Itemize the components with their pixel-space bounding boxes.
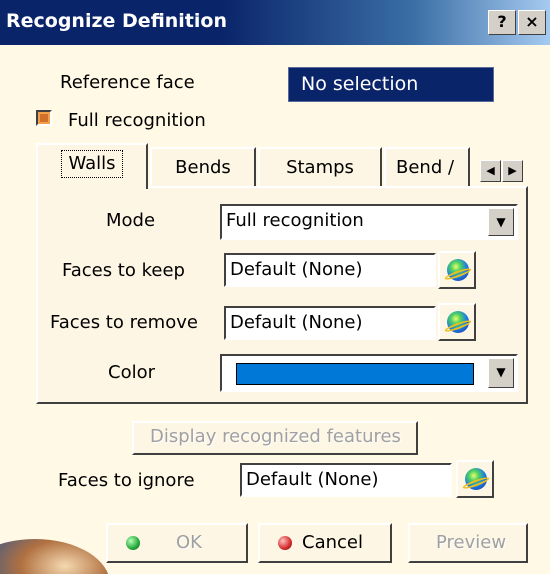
faces-to-ignore-select-button[interactable] bbox=[456, 460, 494, 498]
selection-globe-icon bbox=[447, 311, 469, 333]
faces-to-ignore-field[interactable]: Default (None) bbox=[240, 463, 452, 497]
tab-walls[interactable]: Walls bbox=[36, 143, 148, 189]
color-label: Color bbox=[108, 362, 155, 383]
preview-label: Preview bbox=[436, 532, 507, 553]
mode-select[interactable]: Full recognition ▼ bbox=[220, 204, 518, 240]
faces-to-keep-label: Faces to keep bbox=[62, 260, 185, 281]
walls-tab-panel: Mode Full recognition ▼ Faces to keep De… bbox=[36, 186, 528, 404]
ok-button[interactable]: OK bbox=[106, 523, 248, 563]
recognize-definition-dialog: Recognize Definition ? × Reference face … bbox=[0, 0, 550, 574]
title-bar[interactable]: Recognize Definition ? × bbox=[0, 0, 550, 45]
catia-logo-swirl bbox=[0, 525, 110, 574]
selection-globe-icon bbox=[465, 468, 487, 490]
ok-dot-icon bbox=[126, 536, 140, 550]
faces-to-ignore-label: Faces to ignore bbox=[58, 470, 195, 491]
color-swatch bbox=[236, 363, 474, 385]
color-select[interactable]: ▼ bbox=[220, 354, 518, 392]
faces-to-remove-select-button[interactable] bbox=[438, 303, 476, 341]
tab-walls-label: Walls bbox=[61, 150, 123, 178]
full-recognition-label: Full recognition bbox=[68, 110, 206, 131]
mode-label: Mode bbox=[106, 210, 156, 231]
reference-face-field[interactable]: No selection bbox=[288, 67, 494, 102]
tab-scroll-right-icon[interactable]: ▶ bbox=[502, 160, 523, 182]
tab-scroll-left-icon[interactable]: ◀ bbox=[480, 160, 501, 182]
selection-globe-icon bbox=[447, 259, 469, 281]
close-button[interactable]: × bbox=[518, 10, 546, 35]
faces-to-keep-select-button[interactable] bbox=[438, 251, 476, 289]
help-button[interactable]: ? bbox=[488, 10, 516, 35]
faces-to-remove-field[interactable]: Default (None) bbox=[224, 306, 436, 340]
tab-stamps[interactable]: Stamps bbox=[258, 147, 382, 187]
mode-select-value: Full recognition bbox=[226, 210, 364, 231]
chevron-down-icon[interactable]: ▼ bbox=[488, 208, 514, 236]
tab-bend-allowance[interactable]: Bend / bbox=[384, 147, 470, 187]
tab-bend-allowance-label: Bend / bbox=[396, 157, 455, 178]
preview-button[interactable]: Preview bbox=[408, 523, 528, 563]
tab-bends-label: Bends bbox=[175, 157, 231, 178]
cancel-button[interactable]: Cancel bbox=[258, 523, 392, 563]
ok-label: OK bbox=[176, 532, 202, 553]
faces-to-remove-label: Faces to remove bbox=[50, 312, 198, 333]
chevron-down-icon[interactable]: ▼ bbox=[488, 358, 514, 388]
reference-face-label: Reference face bbox=[60, 72, 195, 93]
display-recognized-features-label: Display recognized features bbox=[150, 426, 401, 447]
tab-stamps-label: Stamps bbox=[286, 157, 354, 178]
dialog-title: Recognize Definition bbox=[6, 10, 227, 32]
tab-bends[interactable]: Bends bbox=[150, 147, 256, 187]
full-recognition-checkbox[interactable] bbox=[36, 110, 52, 126]
cancel-dot-icon bbox=[278, 536, 292, 550]
display-recognized-features-button[interactable]: Display recognized features bbox=[132, 421, 418, 455]
cancel-label: Cancel bbox=[302, 532, 363, 553]
faces-to-keep-field[interactable]: Default (None) bbox=[224, 253, 436, 287]
